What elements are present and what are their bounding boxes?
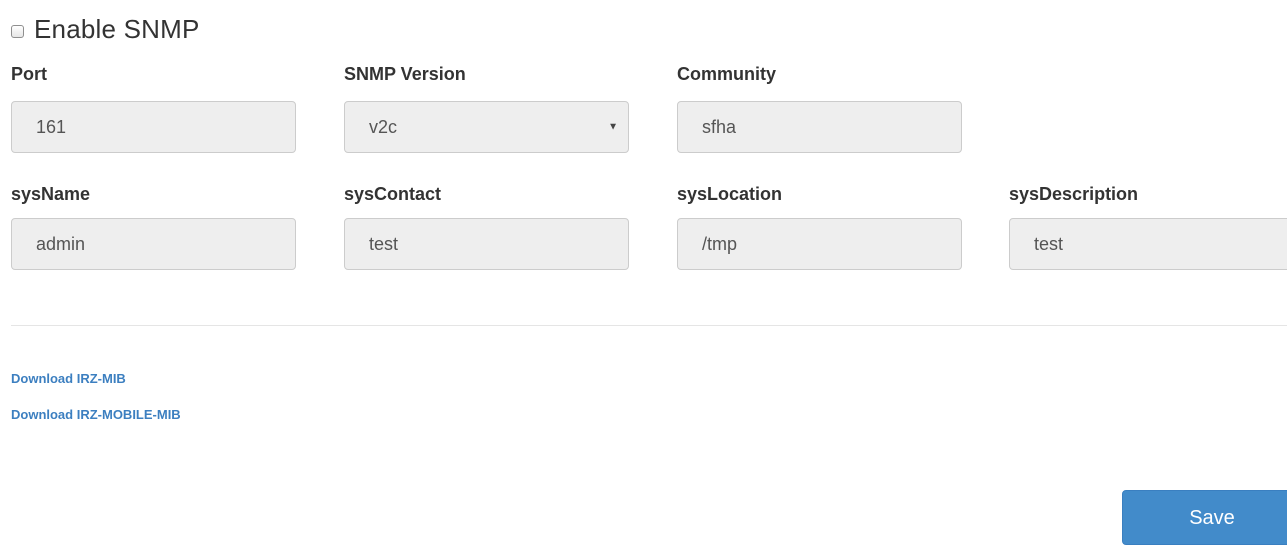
download-irz-mib-link[interactable]: Download IRZ-MIB	[11, 371, 126, 386]
save-button[interactable]: Save	[1122, 490, 1287, 545]
enable-snmp-label: Enable SNMP	[34, 14, 200, 44]
community-label: Community	[677, 64, 776, 84]
port-value: 161	[36, 116, 67, 137]
port-label: Port	[11, 64, 47, 84]
snmp-version-value: v2c	[369, 116, 398, 137]
sysdescription-input[interactable]: test	[1009, 218, 1287, 270]
syslocation-input[interactable]: /tmp	[677, 218, 962, 270]
syslocation-value: /tmp	[702, 233, 738, 254]
syslocation-label: sysLocation	[677, 184, 783, 204]
syscontact-input[interactable]: test	[344, 218, 629, 270]
sysname-label: sysName	[11, 184, 91, 204]
enable-snmp-checkbox[interactable]	[11, 25, 24, 38]
save-button-label: Save	[1189, 507, 1235, 529]
syscontact-value: test	[369, 233, 399, 254]
sysname-value: admin	[36, 233, 86, 254]
community-input[interactable]: sfha	[677, 101, 962, 153]
sysdescription-label: sysDescription	[1009, 184, 1139, 204]
snmp-version-select[interactable]: v2c ▼	[344, 101, 629, 153]
port-input[interactable]: 161	[11, 101, 296, 153]
sysdescription-value: test	[1034, 233, 1064, 254]
snmp-version-label: SNMP Version	[344, 64, 466, 84]
download-irz-mobile-mib-link[interactable]: Download IRZ-MOBILE-MIB	[11, 407, 181, 422]
dropdown-arrow-icon: ▼	[608, 121, 618, 133]
section-divider	[11, 325, 1287, 326]
enable-snmp-row[interactable]: Enable SNMP	[11, 14, 200, 45]
community-value: sfha	[702, 116, 737, 137]
sysname-input[interactable]: admin	[11, 218, 296, 270]
syscontact-label: sysContact	[344, 184, 442, 204]
